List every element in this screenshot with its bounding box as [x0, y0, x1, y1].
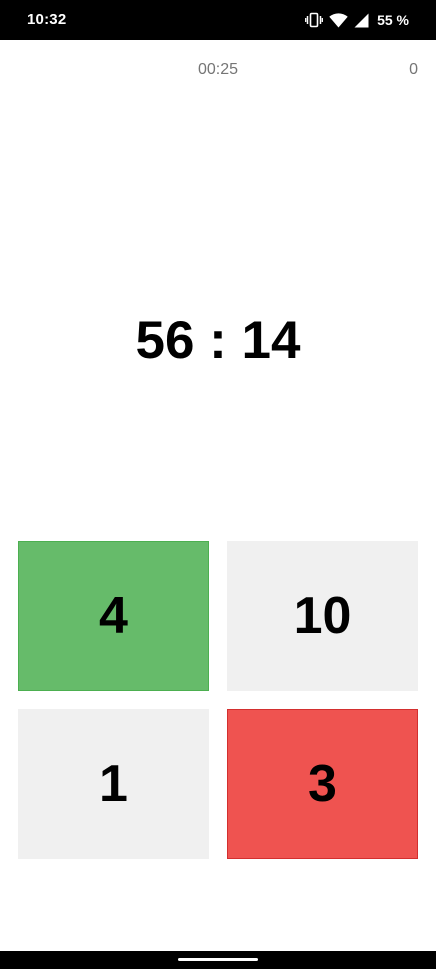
game-score: 0	[409, 61, 418, 78]
battery-percent: 55 %	[377, 12, 409, 28]
answer-tile-2[interactable]: 1	[18, 709, 209, 859]
status-icons: 55 %	[305, 10, 409, 30]
answer-label: 4	[99, 587, 128, 645]
status-time: 10:32	[27, 11, 67, 28]
answer-tile-0[interactable]: 4	[18, 541, 209, 691]
signal-icon	[354, 13, 369, 28]
game-timer: 00:25	[197, 61, 239, 78]
screen: 10:32 55 % 00:25 0 56: 14 4 10 1 3	[0, 0, 436, 969]
navigation-bar	[0, 951, 436, 969]
answer-tile-1[interactable]: 10	[227, 541, 418, 691]
home-indicator[interactable]	[178, 958, 258, 961]
wifi-icon	[329, 12, 348, 28]
status-bar: 10:32 55 %	[0, 0, 436, 40]
vibrate-icon	[305, 12, 324, 28]
answer-label: 3	[308, 755, 337, 813]
answer-label: 10	[293, 587, 352, 645]
answer-tile-3[interactable]: 3	[227, 709, 418, 859]
answer-label: 1	[99, 755, 128, 813]
math-question: 56 : 14	[135, 311, 301, 370]
